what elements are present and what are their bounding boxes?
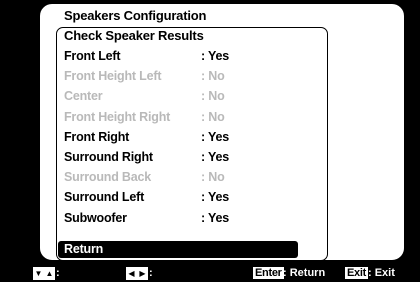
speaker-value: : Yes bbox=[201, 190, 229, 205]
speaker-label: Surround Left bbox=[64, 190, 145, 205]
speaker-value: : No bbox=[201, 170, 225, 185]
speaker-value: : Yes bbox=[201, 150, 229, 164]
leftright-separator: : bbox=[149, 267, 153, 279]
return-button[interactable]: Return bbox=[58, 241, 298, 258]
speaker-label: Front Height Left bbox=[64, 69, 162, 84]
speaker-label: Surround Right bbox=[64, 150, 153, 164]
down-arrow-icon: ▼ bbox=[33, 267, 44, 280]
speaker-value: : Yes bbox=[201, 49, 229, 63]
speaker-label: Surround Back bbox=[64, 170, 151, 185]
speaker-row[interactable]: Front Height Left : No bbox=[64, 69, 284, 87]
exit-key-label: Exit bbox=[345, 267, 368, 279]
speaker-label: Front Height Right bbox=[64, 109, 171, 124]
updown-separator: : bbox=[56, 267, 60, 279]
speaker-value: : No bbox=[201, 89, 225, 104]
speaker-label: Subwoofer bbox=[64, 210, 127, 225]
speaker-row[interactable]: Surround Back : No bbox=[64, 170, 284, 188]
left-arrow-icon: ◀ bbox=[126, 267, 137, 280]
speaker-row[interactable]: Surround Right : Yes bbox=[64, 150, 284, 168]
speaker-row[interactable]: Subwoofer : Yes bbox=[64, 211, 284, 229]
enter-key-label: Enter bbox=[253, 267, 284, 279]
right-arrow-icon: ▶ bbox=[137, 267, 148, 280]
speaker-row[interactable]: Center : No bbox=[64, 89, 284, 107]
enter-action-label: : Return bbox=[283, 267, 326, 279]
speaker-value: : No bbox=[201, 69, 225, 84]
sub-title: Check Speaker Results bbox=[64, 28, 204, 43]
speaker-value: : No bbox=[201, 109, 225, 124]
speaker-label: Front Right bbox=[64, 129, 130, 144]
osd-screen: Speakers Configuration Check Speaker Res… bbox=[0, 0, 420, 282]
speaker-label: Center bbox=[64, 89, 103, 104]
exit-action-label: : Exit bbox=[368, 267, 395, 279]
menu-title: Speakers Configuration bbox=[64, 8, 207, 23]
speaker-row[interactable]: Front Right : Yes bbox=[64, 130, 284, 148]
speaker-row[interactable]: Surround Left : Yes bbox=[64, 190, 284, 208]
speaker-row[interactable]: Front Left : Yes bbox=[64, 49, 284, 67]
speaker-value: : Yes bbox=[201, 129, 229, 144]
speaker-label: Front Left bbox=[64, 49, 121, 63]
footer-bar: ▼ ▲ : ◀ ▶ : Enter : Return Exit : Exit bbox=[0, 265, 420, 282]
up-arrow-icon: ▲ bbox=[44, 267, 55, 280]
speaker-row[interactable]: Front Height Right : No bbox=[64, 110, 284, 128]
speaker-value: : Yes bbox=[201, 210, 229, 225]
